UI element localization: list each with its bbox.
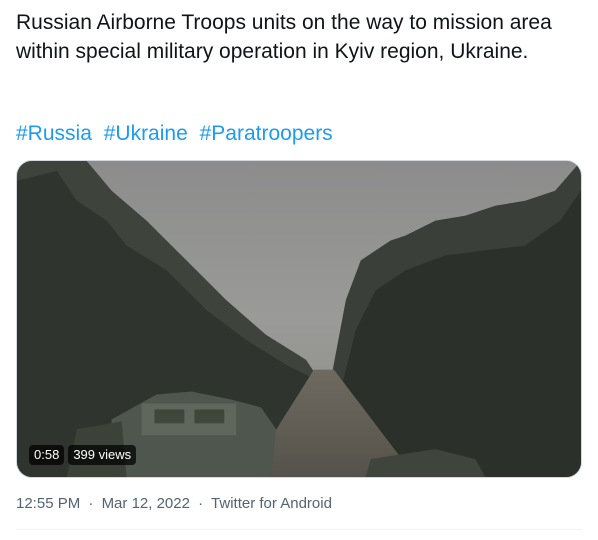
- tweet-date[interactable]: Mar 12, 2022: [102, 495, 190, 512]
- tweet-time[interactable]: 12:55 PM: [16, 495, 80, 512]
- video-duration-badge: 0:58: [29, 445, 65, 465]
- video-thumbnail: [17, 161, 581, 477]
- tweet: Russian Airborne Troops units on the way…: [0, 0, 598, 540]
- meta-separator: ·: [198, 495, 204, 512]
- divider: [16, 529, 582, 530]
- hashtag-list: #Russia #Ukraine #Paratroopers: [16, 119, 333, 148]
- tweet-source[interactable]: Twitter for Android: [211, 495, 332, 512]
- video-player[interactable]: 0:58 399 views: [16, 160, 582, 478]
- meta-separator: ·: [88, 495, 94, 512]
- video-views-badge: 399 views: [68, 445, 137, 465]
- tweet-meta: 12:55 PM · Mar 12, 2022 · Twitter for An…: [16, 494, 332, 514]
- hashtag-paratroopers[interactable]: #Paratroopers: [200, 122, 333, 145]
- hashtag-ukraine[interactable]: #Ukraine: [104, 122, 188, 145]
- video-badges: 0:58 399 views: [29, 445, 137, 465]
- hashtag-russia[interactable]: #Russia: [16, 122, 92, 145]
- tweet-text: Russian Airborne Troops units on the way…: [16, 11, 552, 63]
